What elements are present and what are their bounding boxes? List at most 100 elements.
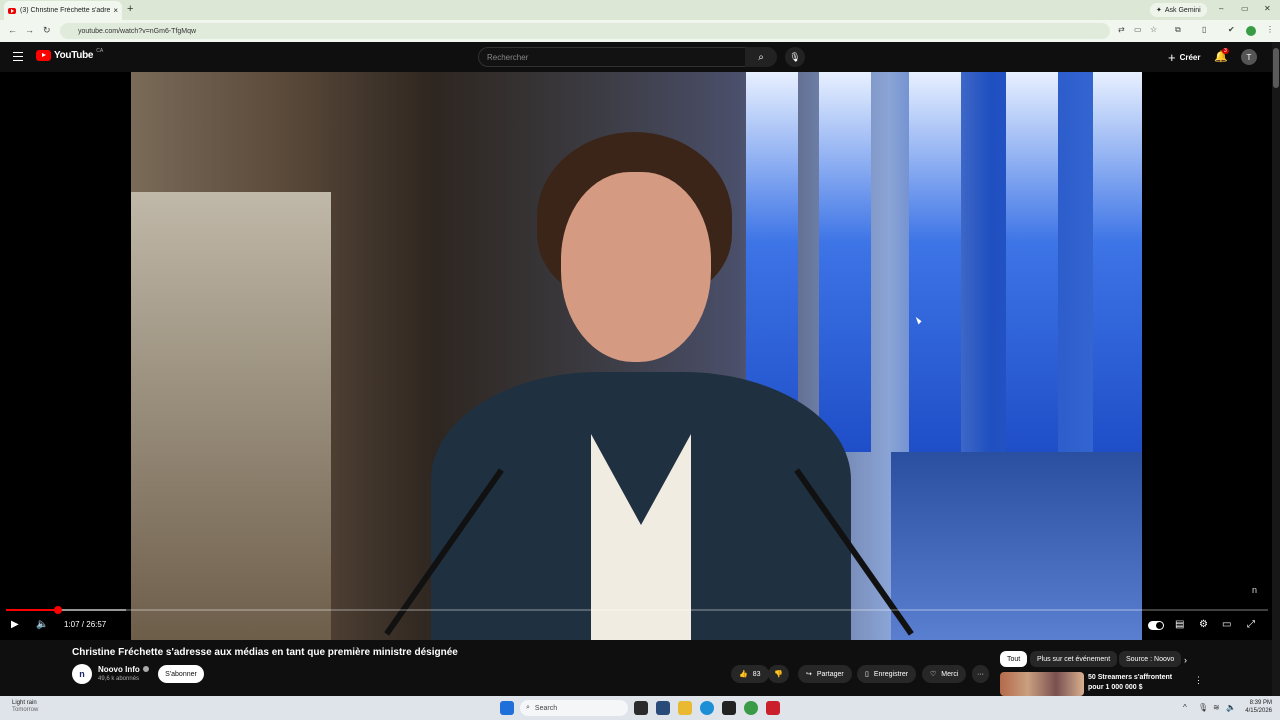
scrollbar-thumb[interactable]	[1273, 48, 1279, 88]
subtitles-icon[interactable]: ▤	[1175, 619, 1184, 630]
like-button[interactable]: 👍 83	[731, 665, 769, 683]
more-actions-button[interactable]: ···	[972, 665, 989, 683]
play-icon[interactable]: ▶	[11, 619, 19, 630]
thanks-label: Merci	[941, 670, 959, 678]
time-display: 1:07 / 26:57	[64, 620, 107, 629]
chip-event[interactable]: Plus sur cet événement	[1030, 651, 1118, 667]
save-button[interactable]: ▯ Enregistrer	[857, 665, 917, 683]
speaker-icon[interactable]: 🔈	[1226, 703, 1236, 712]
extension-check-icon[interactable]: ✔	[1228, 25, 1237, 34]
new-tab-button[interactable]: +	[127, 3, 133, 15]
chip-all[interactable]: Tout	[1000, 651, 1028, 667]
recommendation-title[interactable]: 50 Streamers s'affrontent pour 1 000 000…	[1088, 673, 1188, 693]
share-icon: ↪	[806, 671, 812, 678]
thanks-button[interactable]: ♡ Merci	[922, 665, 967, 683]
task-view-icon[interactable]	[634, 701, 648, 715]
youtube-logo[interactable]: YouTube CA	[36, 47, 104, 61]
thumbs-down-icon: 👎	[774, 671, 783, 678]
share-label: Partager	[816, 670, 844, 678]
edge-icon[interactable]	[700, 701, 714, 715]
tab-title: (3) Christine Fréchette s'adresse	[20, 7, 111, 14]
url-field[interactable]: youtube.com/watch?v=nGm6-TfgMqw	[60, 23, 1110, 39]
minimize-button[interactable]: –	[1219, 4, 1223, 13]
progress-bar[interactable]	[6, 606, 1268, 614]
sidebar-icon[interactable]: ▯	[1202, 25, 1211, 34]
channel-avatar[interactable]: n	[72, 664, 92, 684]
autoplay-toggle[interactable]	[1148, 621, 1164, 630]
taskbar-search[interactable]: ⌕ Search	[520, 700, 628, 716]
video-player[interactable]	[0, 72, 1272, 640]
tray-chevron-icon[interactable]: ^	[1183, 703, 1187, 712]
settings-gear-icon[interactable]: ⚙	[1199, 619, 1208, 630]
create-label: Créer	[1179, 52, 1201, 62]
app-icon[interactable]	[656, 701, 670, 715]
windows-taskbar: Light rain Tomorrow ⌕ Search ^ 🎙 ≋ 🔈 8:3…	[0, 696, 1280, 720]
youtube-logo-text: YouTube	[54, 50, 94, 61]
ask-gemini-button[interactable]: ✦ Ask Gemini	[1150, 3, 1207, 17]
tab-close-icon[interactable]: ×	[113, 6, 118, 15]
chrome-icon[interactable]	[744, 701, 758, 715]
chevron-right-icon[interactable]: ›	[1184, 655, 1187, 665]
channel-name[interactable]: Noovo Info	[98, 665, 149, 674]
microphone-icon: 🎙	[789, 51, 801, 62]
weather-condition: Light rain	[12, 700, 37, 706]
weather-day: Tomorrow	[12, 707, 39, 713]
thanks-heart-icon: ♡	[930, 671, 937, 678]
volume-icon[interactable]: 🔈	[36, 619, 48, 630]
youtube-play-logo-icon	[36, 50, 51, 61]
recommendation-thumbnail[interactable]	[1000, 672, 1084, 696]
file-explorer-icon[interactable]	[678, 701, 692, 715]
fullscreen-icon[interactable]: ⤢	[1247, 619, 1255, 630]
chrome-menu-icon[interactable]: ⋮	[1266, 25, 1275, 34]
browser-profile-avatar[interactable]	[1246, 26, 1256, 36]
notification-count-badge: 3	[1222, 48, 1229, 54]
reload-icon[interactable]: ↻	[43, 25, 51, 36]
clock-time: 8:39 PM	[1249, 700, 1272, 706]
cast-icon[interactable]: ▭	[1134, 25, 1143, 34]
page-scrollbar[interactable]	[1272, 42, 1280, 696]
share-button[interactable]: ↪ Partager	[798, 665, 852, 683]
extensions-icon[interactable]: ⧉	[1175, 25, 1184, 34]
dislike-button[interactable]: 👎	[768, 665, 789, 683]
search-icon: ⌕	[758, 51, 764, 63]
progress-played	[6, 609, 58, 611]
taskbar-search-label: Search	[534, 704, 558, 712]
hamburger-menu-icon[interactable]	[13, 52, 23, 63]
ask-gemini-label: Ask Gemini	[1164, 6, 1201, 14]
video-title: Christine Fréchette s'adresse aux médias…	[72, 647, 458, 658]
create-button[interactable]: + Créer	[1162, 48, 1207, 66]
video-floor	[891, 452, 1142, 640]
weather-widget[interactable]: Light rain Tomorrow	[12, 700, 38, 714]
theater-mode-icon[interactable]: ▭	[1222, 619, 1231, 630]
subscribe-button[interactable]: S'abonner	[158, 665, 204, 683]
search-input[interactable]: Rechercher	[478, 47, 746, 67]
chip-source[interactable]: Source : Noovo	[1119, 651, 1182, 667]
youtube-favicon-icon	[8, 7, 16, 14]
speaker-face	[561, 172, 711, 362]
video-flag	[1006, 72, 1058, 452]
maximize-button[interactable]: ▭	[1241, 4, 1249, 13]
app-icon[interactable]	[722, 701, 736, 715]
window-close-button[interactable]: ✕	[1264, 4, 1271, 13]
windows-start-icon[interactable]	[500, 701, 514, 715]
progress-scrubber[interactable]	[53, 606, 62, 614]
microphone-tray-icon[interactable]: 🎙	[1198, 703, 1208, 712]
channel-watermark-icon[interactable]: n	[1252, 585, 1257, 595]
voice-search-button[interactable]: 🎙	[785, 47, 805, 67]
wifi-icon[interactable]: ≋	[1213, 703, 1220, 712]
forward-icon[interactable]: →	[25, 25, 34, 35]
back-icon[interactable]: ←	[8, 25, 17, 35]
acrobat-icon[interactable]	[766, 701, 780, 715]
country-code: CA	[96, 47, 104, 54]
url-text: youtube.com/watch?v=nGm6-TfgMqw	[78, 27, 197, 35]
youtube-header: YouTube CA Rechercher ⌕ 🎙 + Créer 🔔 3 T	[0, 42, 1280, 72]
thumbs-up-icon: 👍	[739, 671, 748, 678]
account-avatar[interactable]: T	[1241, 49, 1257, 65]
search-button[interactable]: ⌕	[745, 47, 777, 67]
translate-icon[interactable]: ⇄	[1118, 25, 1127, 34]
more-dots-icon: ···	[977, 670, 984, 678]
bookmark-star-icon[interactable]: ☆	[1150, 25, 1159, 34]
browser-tab[interactable]: (3) Christine Fréchette s'adresse ×	[4, 1, 122, 20]
recommendation-menu-icon[interactable]: ⋮	[1194, 675, 1203, 686]
taskbar-clock[interactable]: 8:39 PM 4/15/2026	[1240, 699, 1272, 715]
